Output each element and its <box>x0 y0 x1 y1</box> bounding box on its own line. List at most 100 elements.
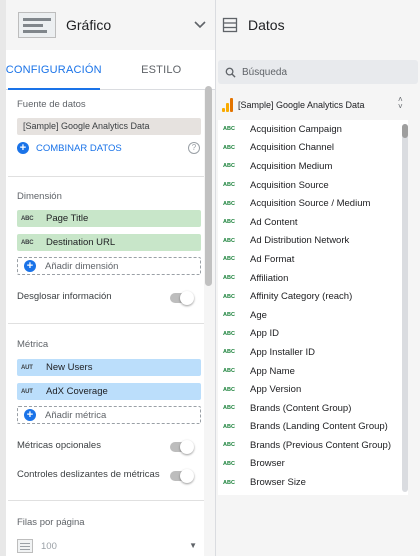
drilldown-toggle[interactable] <box>170 291 194 305</box>
divider <box>8 500 204 501</box>
field-label: App ID <box>250 328 280 340</box>
field-list-item[interactable]: ABC Acquisition Source / Medium <box>218 194 408 213</box>
field-label: Ad Distribution Network <box>250 235 350 247</box>
field-label: Acquisition Source / Medium <box>250 198 371 210</box>
field-list-item[interactable]: ABC Acquisition Medium <box>218 157 408 176</box>
metric-sliders-toggle[interactable] <box>170 469 194 483</box>
field-label: Brands (Previous Content Group) <box>250 439 391 451</box>
optional-metrics-label: Métricas opcionales <box>17 440 101 451</box>
field-list-item[interactable]: ABC Ad Format <box>218 250 408 269</box>
field-list-item[interactable]: ABC App ID <box>218 325 408 344</box>
field-list-item[interactable]: ABC Ad Content <box>218 213 408 232</box>
combine-data-button[interactable]: + COMBINAR DATOS <box>17 142 122 154</box>
metric-chip-label: AdX Coverage <box>46 386 108 397</box>
dimension-chip-page-title[interactable]: ABC Page Title <box>17 210 201 227</box>
field-list: ABC Acquisition Campaign ABC Acquisition Ch… <box>218 120 408 495</box>
field-list-item[interactable]: ABC Browser <box>218 455 408 474</box>
text-type-icon: ABC <box>223 219 235 226</box>
field-label: App Installer ID <box>250 346 315 358</box>
field-label: Brands (Content Group) <box>250 402 352 414</box>
add-metric-label: Añadir métrica <box>45 409 107 421</box>
text-type-icon: ABC <box>223 405 235 412</box>
search-placeholder: Búsqueda <box>242 66 288 78</box>
field-label: Ad Content <box>250 216 298 228</box>
field-list-item[interactable]: ABC Acquisition Source <box>218 176 408 195</box>
text-type-icon: ABC <box>223 182 235 189</box>
field-list-item[interactable]: ABC Age <box>218 306 408 325</box>
help-icon[interactable]: ? <box>188 142 200 154</box>
field-label: Affiliation <box>250 272 289 284</box>
add-dimension-label: Añadir dimensión <box>45 260 119 272</box>
left-scrollbar[interactable] <box>205 86 212 286</box>
auto-type-icon: AUT <box>21 388 33 395</box>
plus-circle-icon: + <box>17 142 29 154</box>
field-list-item[interactable]: ABC App Installer ID <box>218 343 408 362</box>
field-label: App Version <box>250 384 302 396</box>
optional-metrics-toggle[interactable] <box>170 440 194 454</box>
dimension-chip-destination-url[interactable]: ABC Destination URL <box>17 234 201 251</box>
field-list-item[interactable]: ABC Ad Distribution Network <box>218 232 408 251</box>
text-type-icon: ABC <box>223 423 235 430</box>
field-list-scrollbar[interactable] <box>402 124 408 492</box>
text-type-icon: ABC <box>21 215 34 222</box>
text-type-icon: ABC <box>223 200 235 207</box>
dimension-chip-label: Page Title <box>46 213 89 224</box>
rows-per-page-value: 100 <box>41 540 57 552</box>
field-search-input[interactable]: Búsqueda <box>218 60 418 84</box>
field-list-item[interactable]: ABC Affinity Category (reach) <box>218 287 408 306</box>
data-source-header[interactable]: [Sample] Google Analytics Data ˄ ˅ <box>216 93 420 117</box>
table-chart-icon <box>18 12 56 38</box>
expand-collapse-icon[interactable]: ˄ ˅ <box>398 96 403 111</box>
field-list-item[interactable]: ABC Brands (Previous Content Group) <box>218 436 408 455</box>
metric-chip-adx-coverage[interactable]: AUT AdX Coverage <box>17 383 201 400</box>
plus-circle-icon: + <box>24 260 36 272</box>
text-type-icon: ABC <box>223 386 235 393</box>
field-list-item[interactable]: ABC App Version <box>218 380 408 399</box>
left-rail <box>0 0 6 556</box>
field-list-item[interactable]: ABC App Name <box>218 362 408 381</box>
divider <box>8 323 204 324</box>
field-list-item[interactable]: ABC Brands (Content Group) <box>218 399 408 418</box>
chevron-down-icon[interactable] <box>192 16 208 32</box>
plus-circle-icon: + <box>24 409 36 421</box>
text-type-icon: ABC <box>223 349 235 356</box>
data-panel-header: Datos <box>216 0 420 50</box>
dimension-label: Dimensión <box>17 191 62 202</box>
field-label: Acquisition Source <box>250 179 329 191</box>
field-label: App Name <box>250 365 295 377</box>
text-type-icon: ABC <box>223 163 235 170</box>
field-label: Brands (Landing Content Group) <box>250 421 388 433</box>
drilldown-label: Desglosar información <box>17 291 112 302</box>
field-list-item[interactable]: ABC Brands (Landing Content Group) <box>218 418 408 437</box>
text-type-icon: ABC <box>223 144 235 151</box>
field-label: Acquisition Campaign <box>250 123 342 135</box>
metric-label: Métrica <box>17 339 49 350</box>
rows-icon <box>17 539 33 553</box>
metric-chip-new-users[interactable]: AUT New Users <box>17 359 201 376</box>
text-type-icon: ABC <box>223 442 235 449</box>
rows-per-page-select[interactable]: 100 ▼ <box>17 538 201 554</box>
field-list-item[interactable]: ABC Acquisition Campaign <box>218 120 408 139</box>
field-label: Acquisition Medium <box>250 160 333 172</box>
tab-estilo[interactable]: ESTILO <box>108 50 216 89</box>
add-dimension-button[interactable]: + Añadir dimensión <box>17 257 201 275</box>
text-type-icon: ABC <box>223 237 235 244</box>
chart-type-label: Gráfico <box>66 17 112 33</box>
text-type-icon: ABC <box>21 239 34 246</box>
chart-type-selector[interactable]: Gráfico <box>0 0 215 50</box>
panel-tabs: CONFIGURACIÓN ESTILO <box>0 50 215 90</box>
combine-data-label: COMBINAR DATOS <box>36 142 122 154</box>
text-type-icon: ABC <box>223 479 235 486</box>
field-list-item[interactable]: ABC Affiliation <box>218 269 408 288</box>
rows-per-page-label: Filas por página <box>17 517 85 528</box>
properties-panel: Gráfico CONFIGURACIÓN ESTILO Fuente de d… <box>0 0 216 556</box>
field-list-item[interactable]: ABC Acquisition Channel <box>218 139 408 158</box>
field-list-item[interactable]: ABC Browser Size <box>218 473 408 492</box>
field-label: Browser <box>250 458 285 470</box>
data-source-value[interactable]: [Sample] Google Analytics Data <box>17 118 201 135</box>
add-metric-button[interactable]: + Añadir métrica <box>17 406 201 424</box>
tab-configuracion[interactable]: CONFIGURACIÓN <box>0 50 108 90</box>
divider <box>8 176 204 177</box>
text-type-icon: ABC <box>223 368 235 375</box>
field-label: Age <box>250 309 267 321</box>
